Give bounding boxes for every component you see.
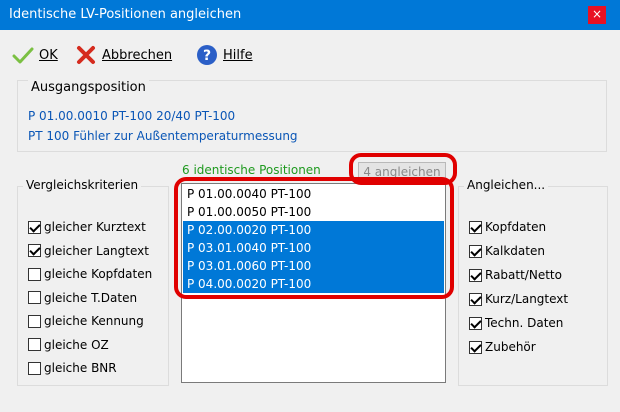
criteria-checkbox[interactable]: gleiche Kennung	[28, 314, 144, 328]
adjust-checkbox[interactable]: Kalkdaten	[469, 244, 545, 258]
checkbox-box[interactable]	[469, 316, 482, 330]
adjust-checkbox[interactable]: Kurz/Langtext	[469, 292, 568, 306]
help-button[interactable]: ? Hilfe	[196, 42, 253, 68]
source-line-2: PT 100 Fühler zur Außentemperaturmessung	[28, 129, 298, 143]
checkbox-box[interactable]	[469, 340, 482, 354]
criteria-checkbox[interactable]: gleiche BNR	[28, 361, 117, 375]
criteria-caption: Vergleichskriterien	[23, 178, 142, 192]
checkbox-label: Kurz/Langtext	[485, 292, 569, 306]
checkbox-label: Zubehör	[485, 340, 536, 354]
checkbox-box[interactable]	[469, 220, 482, 234]
source-caption: Ausgangsposition	[28, 80, 149, 95]
ok-button[interactable]: OK	[12, 42, 58, 68]
adjust-checkbox[interactable]: Zubehör	[469, 340, 536, 354]
toolbar: OK Abbrechen ? Hilfe	[0, 32, 620, 74]
criteria-checkbox[interactable]: gleiche OZ	[28, 338, 109, 352]
checkbox-box[interactable]	[28, 291, 41, 304]
checkbox-label: gleicher Langtext	[44, 243, 149, 258]
source-line-1: P 01.00.0010 PT-100 20/40 PT-100	[28, 109, 236, 123]
checkbox-label: gleiche Kopfdaten	[44, 267, 153, 281]
svg-text:?: ?	[203, 48, 211, 64]
checkbox-label: Rabatt/Netto	[485, 268, 562, 282]
checkbox-label: Kopfdaten	[485, 220, 547, 234]
help-label: Hilfe	[223, 47, 253, 63]
adjust-checkbox[interactable]: Kopfdaten	[469, 220, 546, 234]
checkbox-box[interactable]	[28, 220, 41, 234]
identical-count: 6 identische Positionen	[182, 163, 321, 177]
checkbox-label: gleiche T.Daten	[44, 290, 138, 305]
checkbox-box[interactable]	[28, 361, 41, 375]
checkbox-box[interactable]	[28, 267, 41, 281]
cancel-button[interactable]: Abbrechen	[75, 42, 172, 68]
checkbox-box[interactable]	[28, 338, 41, 351]
adjust-group: Angleichen...	[458, 178, 608, 386]
checkbox-box[interactable]	[469, 268, 482, 282]
adjust-checkbox[interactable]: Techn. Daten	[469, 316, 563, 330]
checkbox-box[interactable]	[469, 292, 482, 306]
close-button[interactable]: ×	[574, 0, 620, 30]
title-bar: Identische LV-Positionen angleichen ×	[0, 0, 620, 30]
close-icon: ×	[588, 6, 606, 24]
cancel-label: Abbrechen	[102, 47, 173, 63]
criteria-checkbox[interactable]: gleiche T.Daten	[28, 291, 137, 305]
checkbox-label: gleiche BNR	[44, 361, 117, 375]
checkbox-box[interactable]	[28, 314, 41, 328]
criteria-checkbox[interactable]: gleicher Langtext	[28, 244, 149, 258]
checkbox-label: gleicher Kurztext	[44, 220, 146, 234]
checkbox-label: gleiche OZ	[44, 337, 109, 352]
ok-label: OK	[39, 47, 58, 63]
checkbox-box[interactable]	[469, 244, 482, 258]
criteria-group: Vergleichskriterien	[17, 178, 169, 386]
checkbox-label: Kalkdaten	[485, 244, 545, 258]
checkbox-box[interactable]	[28, 244, 41, 257]
highlight-positions-list	[174, 177, 454, 299]
help-icon: ?	[197, 45, 217, 65]
adjust-checkbox[interactable]: Rabatt/Netto	[469, 268, 562, 282]
red-x-icon	[77, 46, 95, 64]
checkbox-label: Techn. Daten	[485, 316, 564, 330]
window-title: Identische LV-Positionen angleichen	[9, 7, 242, 22]
criteria-checkbox[interactable]: gleicher Kurztext	[28, 220, 146, 234]
adjust-caption: Angleichen...	[464, 178, 549, 192]
checkbox-label: gleiche Kennung	[44, 314, 144, 328]
checkmark-icon	[12, 47, 34, 64]
criteria-checkbox[interactable]: gleiche Kopfdaten	[28, 267, 152, 281]
